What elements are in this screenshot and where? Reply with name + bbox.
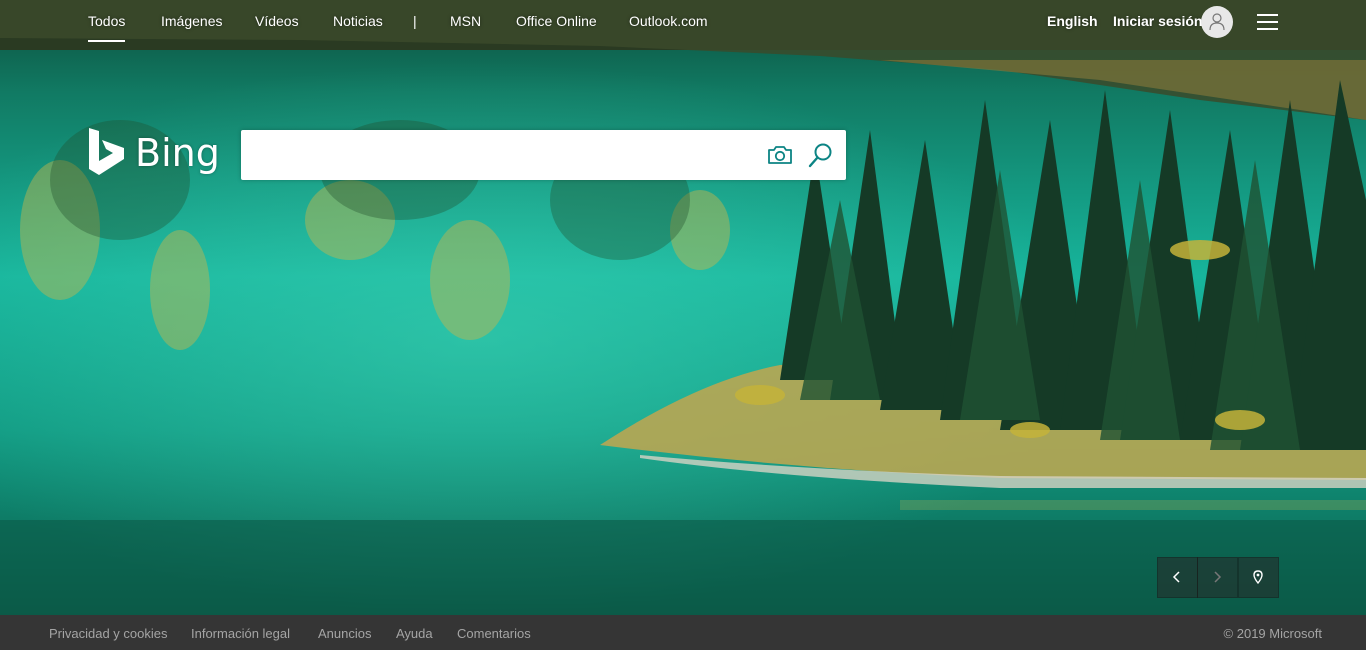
bing-homepage: Todos Imágenes Vídeos Noticias | MSN Off… — [0, 0, 1366, 650]
footer: Privacidad y cookies Información legal A… — [0, 615, 1366, 650]
top-navigation: Todos Imágenes Vídeos Noticias | MSN Off… — [0, 0, 1366, 44]
nav-item-imagenes[interactable]: Imágenes — [161, 13, 222, 29]
nav-item-videos[interactable]: Vídeos — [255, 13, 299, 29]
search-box — [241, 130, 846, 180]
magnifier-icon[interactable] — [808, 142, 834, 168]
previous-image-button[interactable] — [1157, 557, 1198, 598]
nav-active-indicator — [88, 40, 125, 42]
footer-link-privacy[interactable]: Privacidad y cookies — [49, 626, 168, 641]
language-link[interactable]: English — [1047, 13, 1098, 29]
footer-link-feedback[interactable]: Comentarios — [457, 626, 531, 641]
next-image-button[interactable] — [1197, 557, 1238, 598]
footer-link-help[interactable]: Ayuda — [396, 626, 433, 641]
search-input[interactable] — [253, 140, 757, 172]
nav-item-msn[interactable]: MSN — [450, 13, 481, 29]
avatar[interactable] — [1201, 6, 1233, 38]
footer-link-ads[interactable]: Anuncios — [318, 626, 371, 641]
signin-link[interactable]: Iniciar sesión — [1113, 13, 1202, 29]
background-image — [0, 0, 1366, 615]
chevron-left-icon — [1172, 571, 1180, 583]
location-pin-icon — [1253, 570, 1263, 584]
nav-item-todos[interactable]: Todos — [88, 13, 125, 29]
image-location-button[interactable] — [1238, 557, 1279, 598]
camera-icon[interactable] — [767, 143, 793, 167]
copyright-text: © 2019 Microsoft — [1223, 626, 1322, 641]
hamburger-icon[interactable] — [1257, 13, 1279, 31]
person-icon — [1209, 13, 1225, 31]
nav-separator: | — [413, 13, 417, 29]
bing-logo[interactable]: Bing — [88, 127, 220, 179]
chevron-right-icon — [1214, 571, 1222, 583]
nav-item-noticias[interactable]: Noticias — [333, 13, 383, 29]
footer-link-legal[interactable]: Información legal — [191, 626, 290, 641]
logo-text: Bing — [135, 131, 220, 175]
nav-item-outlook[interactable]: Outlook.com — [629, 13, 708, 29]
nav-item-office-online[interactable]: Office Online — [516, 13, 597, 29]
bing-b-icon — [89, 128, 124, 175]
